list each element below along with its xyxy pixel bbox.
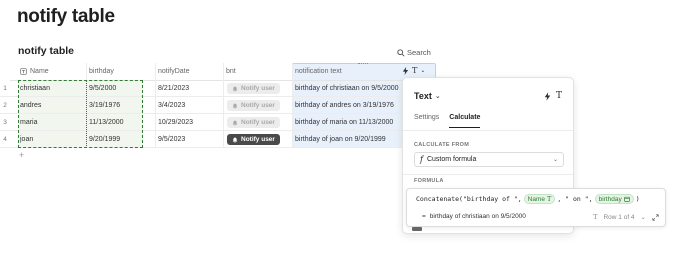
text-type-icon[interactable]: T [556,91,562,101]
bell-icon [232,103,238,109]
notify-user-label: Notify user [241,85,275,92]
formula-chip-birthday[interactable]: birthday [594,194,634,204]
table-title: notify table [18,45,75,57]
calendar-icon [623,196,630,202]
calculate-from-value: Custom formula [426,156,477,163]
tab-divider [403,130,573,131]
formula-result-prefix: = [422,213,426,220]
cell-bnt: Notify user [227,80,291,97]
column-header-bnt-label: bnt [226,68,236,75]
page-title: notify table [17,6,115,27]
notify-user-button[interactable]: Notify user [227,117,280,128]
formula-chip-name-label: Name [527,195,546,203]
expand-icon[interactable] [652,213,659,221]
column-header-birthday[interactable]: birthday [89,63,114,80]
notify-user-button[interactable]: Notify user [227,100,280,111]
formula-editor[interactable]: Concatenate("birthday of ", Name T , " o… [406,188,666,227]
cell-bnt: Notify user [227,97,291,114]
column-header-birthday-label: birthday [89,68,114,75]
text-field-icon [20,68,27,75]
calculate-from-select[interactable]: f Custom formula ⌄ [414,152,564,167]
column-header-notifydate[interactable]: notifyDate [158,63,190,80]
column-header-notifydate-label: notifyDate [158,68,190,75]
formula-chip-birthday-label: birthday [598,195,622,203]
formula-chip-name[interactable]: Name T [523,194,556,204]
formula-label: FORMULA [414,178,444,184]
notify-user-button[interactable]: Notify user [227,83,280,94]
column-header-bnt[interactable]: bnt [226,63,236,80]
formula-middle: , " on ", [557,195,593,203]
panel-title[interactable]: Text ⌄ [414,91,441,101]
row-number: 4 [3,136,7,143]
notify-user-label: Notify user [241,119,275,126]
bell-icon [232,137,238,143]
function-icon: f [420,155,423,164]
selection-border [18,80,143,148]
column-drag-handle[interactable] [358,63,368,65]
search-label: Search [407,48,431,57]
column-header-notification[interactable]: notification text [295,63,342,80]
selection-column-divider [86,80,87,148]
lightning-icon[interactable] [544,91,551,101]
panel-tabs: Settings Calculate [414,114,481,128]
notify-user-button[interactable]: Notify user [227,134,280,145]
cell-bnt: Notify user [227,114,291,131]
chevron-down-icon: ⌄ [552,157,558,163]
chevron-down-icon: ⌄ [434,93,441,100]
text-type-icon: T [547,195,552,203]
notify-user-label: Notify user [241,136,275,143]
text-type-icon[interactable]: T [412,66,417,75]
row-number: 1 [3,85,7,92]
search-icon [397,48,405,57]
column-header-notification-label: notification text [295,68,342,75]
column-header-name[interactable]: Name [20,63,49,80]
row-number: 3 [3,119,7,126]
calculate-from-label: CALCULATE FROM [414,142,470,148]
formula-prefix: Concatenate("birthday of ", [416,195,522,203]
panel-footer-icon [412,227,422,231]
bell-icon [232,120,238,126]
tab-calculate[interactable]: Calculate [449,114,481,128]
tab-settings[interactable]: Settings [414,114,439,128]
row-indicator: Row 1 of 4 [603,213,635,221]
cell-bnt: Notify user [227,131,291,148]
add-row-button[interactable]: + [19,150,24,160]
column-header-name-label: Name [30,68,49,75]
text-type-icon: T [593,213,598,221]
formula-result-value: birthday of christiaan on 9/5/2000 [429,213,526,220]
cell-notifydate[interactable]: 8/21/2023 [158,80,222,97]
chevron-down-icon[interactable]: ⌄ [641,213,646,221]
panel-title-label: Text [414,91,432,101]
cell-notifydate[interactable]: 10/29/2023 [158,114,222,131]
panel-top-icons: T [544,91,562,101]
chevron-down-icon[interactable]: ⌄ [420,67,425,74]
panel-divider [403,174,573,175]
search-button[interactable]: Search [394,46,434,59]
bell-icon [232,86,238,92]
formula-result: = birthday of christiaan on 9/5/2000 [422,213,526,220]
formula-expression[interactable]: Concatenate("birthday of ", Name T , " o… [416,194,640,204]
row-controls: T Row 1 of 4 ⌄ [593,213,659,221]
notify-user-label: Notify user [241,102,275,109]
cell-notifydate[interactable]: 3/4/2023 [158,97,222,114]
cell-notifydate[interactable]: 9/5/2023 [158,131,222,148]
row-number: 2 [3,102,7,109]
column-header-icons: T ⌄ [402,66,425,75]
lightning-icon[interactable] [402,66,409,75]
formula-suffix: ) [635,195,640,203]
